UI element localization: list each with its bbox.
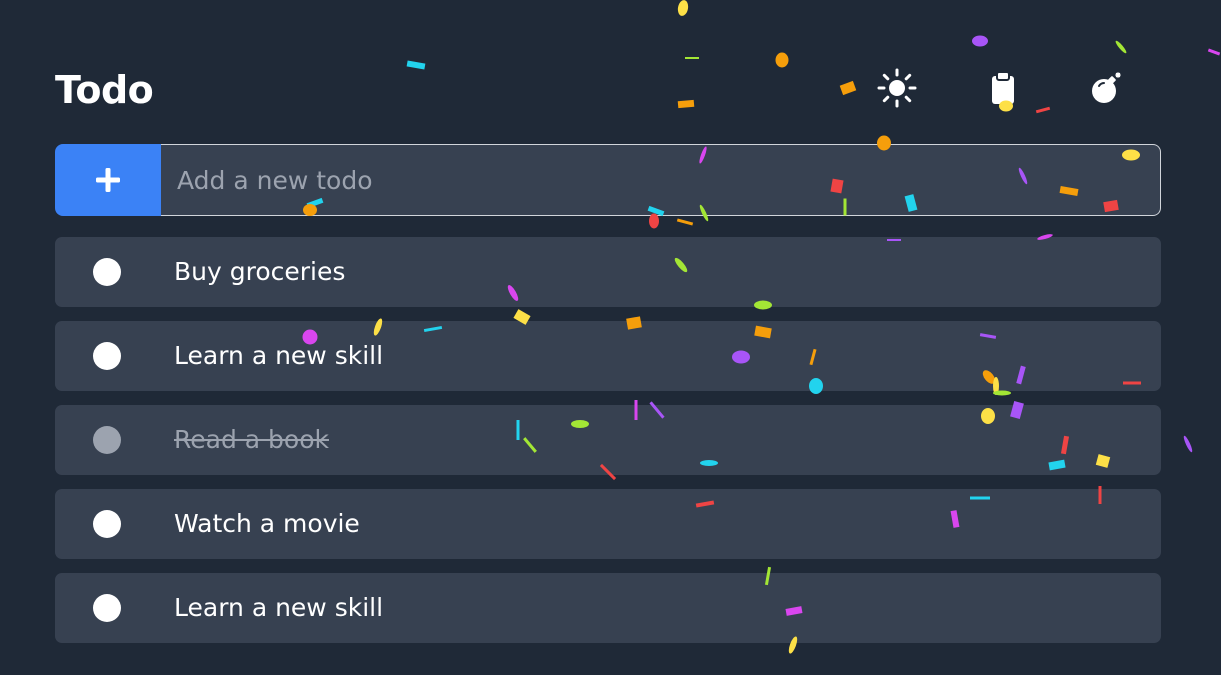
new-todo-input[interactable] — [161, 144, 1161, 216]
todo-item[interactable]: Learn a new skill — [55, 321, 1161, 391]
add-todo-form — [55, 144, 1161, 216]
confetti-piece — [685, 57, 699, 59]
confetti-piece — [972, 35, 988, 47]
confetti-piece — [1207, 48, 1221, 56]
todo-text: Learn a new skill — [174, 341, 384, 370]
todo-text: Learn a new skill — [174, 593, 384, 622]
clipboard-button[interactable] — [981, 66, 1025, 110]
todo-item[interactable]: Learn a new skill — [55, 573, 1161, 643]
todo-checkbox[interactable] — [93, 426, 121, 454]
bomb-icon — [1092, 72, 1121, 103]
add-todo-button[interactable] — [55, 144, 161, 216]
todo-item[interactable]: Watch a movie — [55, 489, 1161, 559]
todo-app: Todo Add a new todo Buy groceries Learn … — [0, 0, 1221, 675]
confetti-piece — [677, 0, 689, 16]
todo-checkbox[interactable] — [93, 342, 121, 370]
todo-text: Buy groceries — [174, 257, 346, 286]
todo-list: Buy groceries Learn a new skill Read a b… — [55, 237, 1161, 657]
header: Todo — [55, 62, 1161, 120]
theme-toggle-button[interactable] — [875, 66, 919, 110]
confetti-piece — [1115, 40, 1127, 54]
plus-icon — [96, 168, 120, 192]
confetti-piece — [1183, 435, 1193, 453]
todo-item[interactable]: Read a book — [55, 405, 1161, 475]
todo-checkbox[interactable] — [93, 594, 121, 622]
todo-text: Read a book — [174, 425, 329, 454]
todo-item[interactable]: Buy groceries — [55, 237, 1161, 307]
clear-all-button[interactable] — [1085, 66, 1129, 110]
todo-checkbox[interactable] — [93, 258, 121, 286]
confetti-piece — [676, 218, 694, 226]
sun-icon — [877, 68, 917, 108]
todo-checkbox[interactable] — [93, 510, 121, 538]
todo-text: Watch a movie — [174, 509, 360, 538]
page-title: Todo — [55, 68, 154, 112]
clipboard-icon — [992, 71, 1014, 104]
